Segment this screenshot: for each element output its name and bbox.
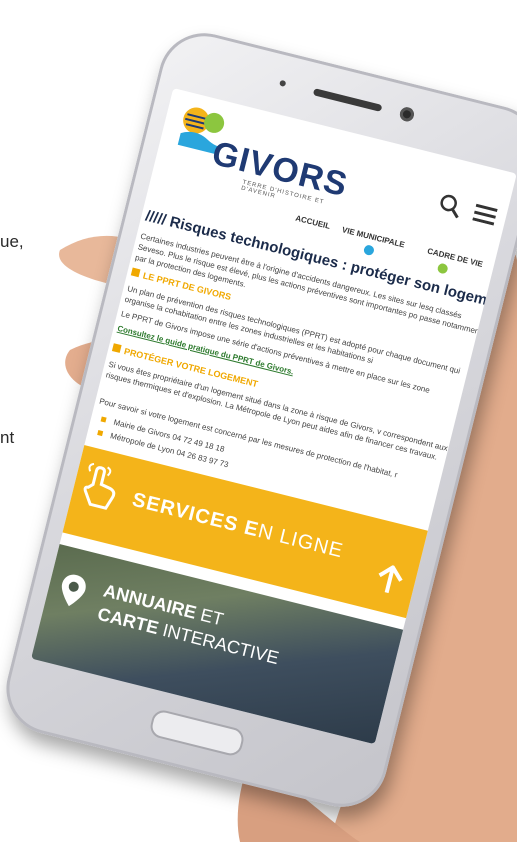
nav-dropdown-indicator-green[interactable]	[436, 262, 449, 275]
annuaire-label: ANNUAIRE ET CARTE INTERACTIVE	[95, 580, 281, 669]
menu-icon[interactable]	[472, 203, 498, 226]
location-pin-icon	[61, 574, 86, 607]
nav-item-accueil[interactable]: ACCUEIL	[294, 214, 331, 231]
section-bullet-icon	[111, 343, 122, 353]
nav-dropdown-indicator-blue[interactable]	[362, 244, 375, 257]
nav-item-vie-municipale[interactable]: VIE MUNICIPALE	[341, 225, 406, 249]
search-icon[interactable]	[437, 192, 464, 219]
arrow-up-icon[interactable]	[374, 562, 406, 597]
nav-item-cadre-de-vie[interactable]: CADRE DE VIE	[426, 246, 483, 268]
hand-tap-icon	[83, 463, 116, 510]
section-bullet-icon	[130, 267, 141, 278]
services-label: SERVICES EN LIGNE	[129, 488, 346, 563]
